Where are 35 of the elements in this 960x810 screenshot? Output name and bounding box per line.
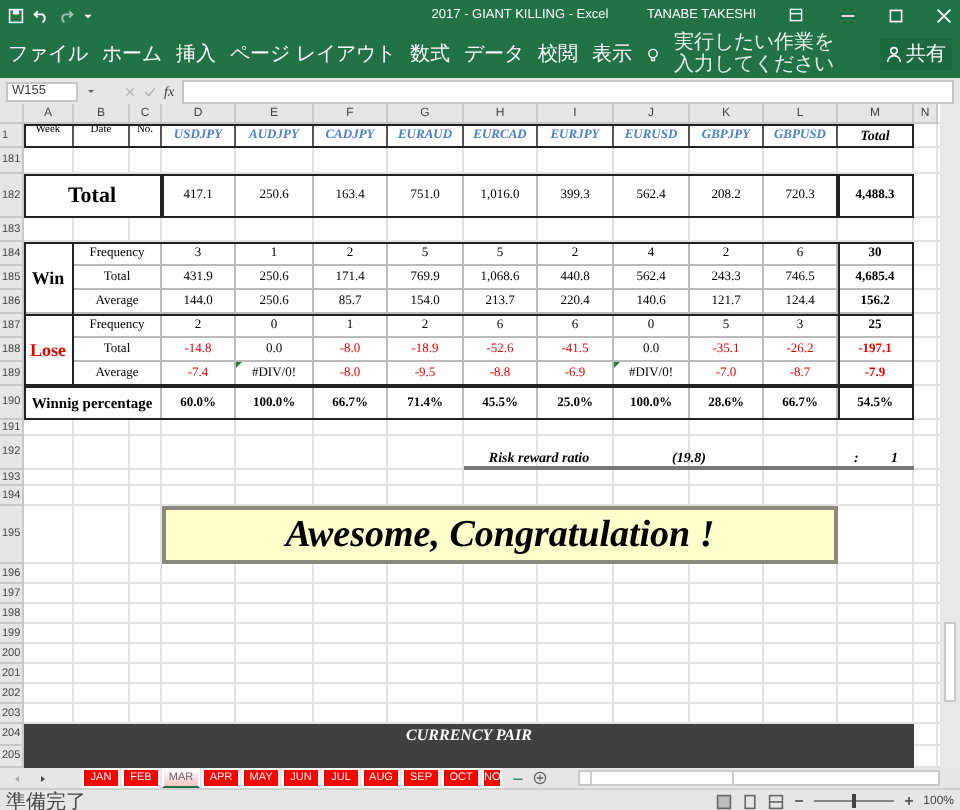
zoom-slider-thumb[interactable] xyxy=(851,794,856,808)
ribbon-tab[interactable]: ファイル xyxy=(8,40,88,68)
status-text: 準備完了 xyxy=(6,789,86,810)
ribbon-options-icon[interactable] xyxy=(788,8,804,22)
save-icon[interactable] xyxy=(8,7,24,23)
share-button[interactable]: 共有 xyxy=(880,38,952,70)
ribbon-tab[interactable]: 校閲 xyxy=(537,40,578,68)
redo-icon[interactable] xyxy=(58,7,74,23)
ribbon-tab[interactable]: データ xyxy=(463,40,524,68)
ribbon-tab[interactable]: ページ レイアウト xyxy=(230,40,396,68)
maximize-icon[interactable] xyxy=(888,7,904,23)
ribbon-tab[interactable]: 表示 xyxy=(591,40,632,68)
lightbulb-icon[interactable] xyxy=(645,45,660,63)
caret-icon[interactable] xyxy=(82,9,94,21)
caret-icon[interactable] xyxy=(86,86,96,96)
horizontal-scrollbar[interactable] xyxy=(578,770,940,786)
close-icon[interactable] xyxy=(936,7,952,23)
normal-view-icon[interactable] xyxy=(715,793,732,809)
currency-pair-bar: CURRENCY PAIR xyxy=(24,724,914,768)
tell-me-field[interactable]: 実行したい作業を入力してください xyxy=(673,32,838,76)
congratulation-banner: Awesome, Congratulation ! xyxy=(162,506,838,564)
zoom-out-icon[interactable] xyxy=(793,796,804,806)
page-layout-icon[interactable] xyxy=(741,793,758,809)
undo-icon[interactable] xyxy=(32,7,50,23)
ribbon-tab[interactable]: ホーム xyxy=(102,40,162,68)
person-icon xyxy=(886,46,902,62)
zoom-in-icon[interactable] xyxy=(903,796,914,806)
check-icon[interactable] xyxy=(144,85,156,97)
ribbon-tab[interactable]: 数式 xyxy=(409,40,450,68)
scroll-right-icon[interactable] xyxy=(38,773,48,783)
formula-input[interactable] xyxy=(182,79,954,103)
add-sheet-icon[interactable] xyxy=(532,768,548,788)
page-break-icon[interactable] xyxy=(767,793,784,809)
ribbon-tab[interactable]: 挿入 xyxy=(176,40,216,68)
vertical-scrollbar[interactable] xyxy=(940,104,960,768)
